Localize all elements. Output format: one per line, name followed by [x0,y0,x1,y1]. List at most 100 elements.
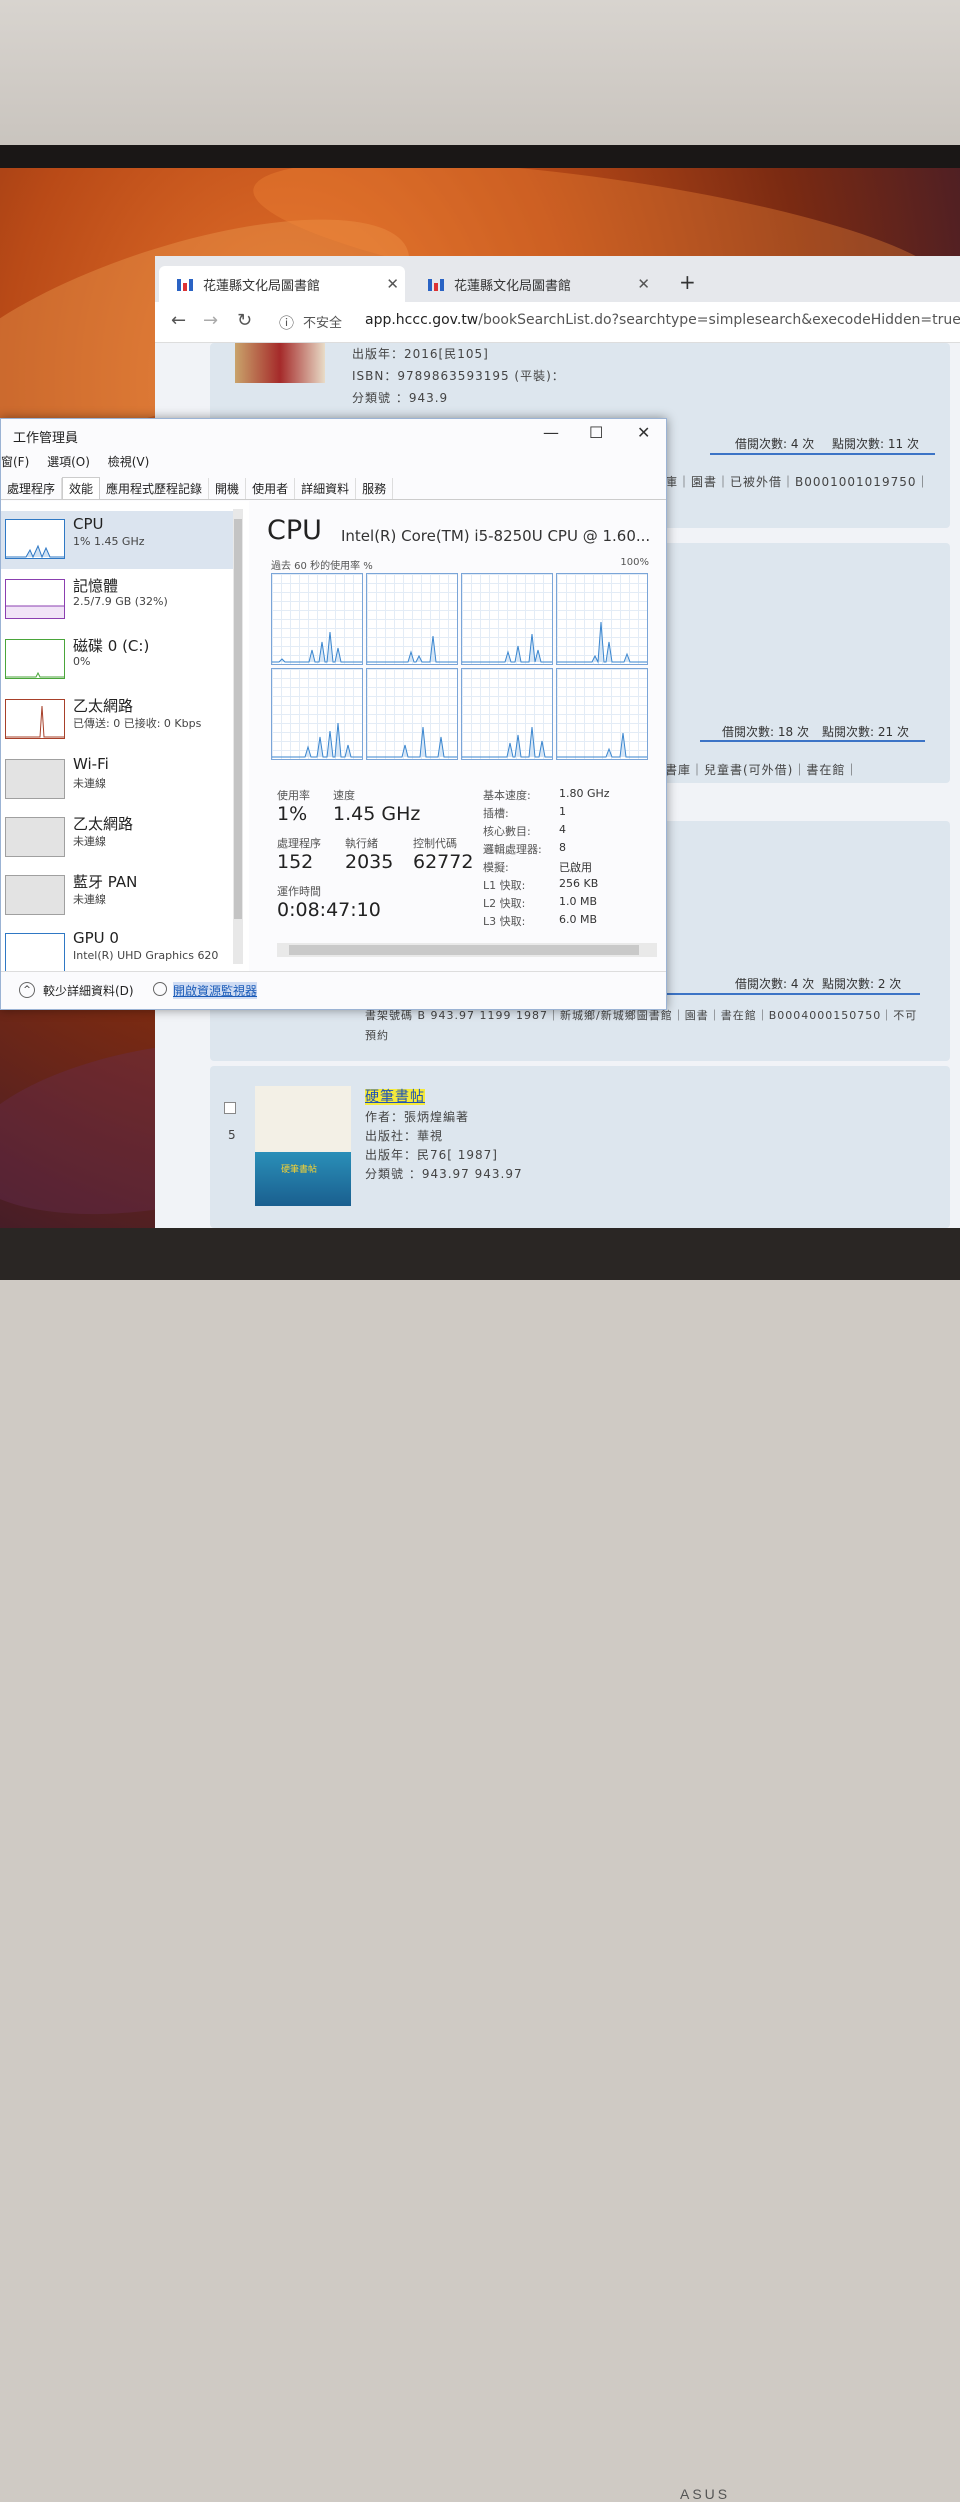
publish-year: 出版年：民76[ 1987] [365,1148,498,1162]
sidebar-item-sub: 2.5/7.9 GB (32%) [73,595,168,608]
tab-bar: 花蓮縣文化局圖書館 ✕ 花蓮縣文化局圖書館 ✕ + [155,256,960,302]
sidebar-item-sub: 1% 1.45 GHz [73,535,145,548]
browser-tab[interactable]: 花蓮縣文化局圖書館 ✕ [410,266,656,302]
sidebar-item-memory[interactable]: 記憶體 2.5/7.9 GB (32%) [1,571,233,629]
task-manager-window: 工作管理員 — ☐ ✕ 窗(F) 選項(O) 檢視(V) 處理程序 效能 應用程式歷… [0,418,667,1010]
sidebar-item-label: Wi-Fi [73,755,109,773]
url-host: app.hccc.gov.tw [365,312,479,328]
security-label[interactable]: 不安全 [303,312,342,331]
scrollbar-thumb[interactable] [234,519,242,919]
window-title: 工作管理員 [13,431,79,446]
logical-processor-graph [556,573,648,665]
brand-logo: ASUS [680,2486,731,2502]
usage-label: 使用率 [277,789,310,802]
wall-background [0,0,960,148]
new-tab-button[interactable]: + [679,270,696,294]
cpu-heading: CPU [267,515,322,546]
tab-performance[interactable]: 效能 [62,477,101,499]
cores-label: 核心數目: [483,825,531,838]
menu-file[interactable]: 窗(F) [1,455,29,469]
sidebar-item-gpu[interactable]: GPU 0 Intel(R) UHD Graphics 620 [1,925,233,971]
sidebar-item-label: GPU 0 [73,929,119,947]
click-count: 點閱次數: 11 次 [832,437,919,451]
url-field[interactable]: app.hccc.gov.tw/bookSearchList.do?search… [365,312,960,328]
minimize-icon[interactable]: — [543,423,559,442]
speed-value: 1.45 GHz [333,803,421,825]
tab-details[interactable]: 詳細資料 [295,478,357,499]
browser-tab[interactable]: 花蓮縣文化局圖書館 ✕ [159,266,405,302]
sidebar-item-sub: 已傳送: 0 已接收: 0 Kbps [73,717,202,730]
resource-monitor-icon [153,982,167,996]
stats-divider [700,740,925,742]
uptime-value: 0:08:47:10 [277,899,381,921]
sidebar-item-sub: 未連線 [73,893,106,906]
author: 作者：張炳煌編著 [365,1110,470,1124]
horizontal-scrollbar[interactable] [277,943,657,957]
open-resource-monitor-link[interactable]: 開啟資源監視器 [173,982,258,999]
base-speed-label: 基本速度: [483,789,531,802]
holdings-info: 庫｜園書｜已被外借｜B0001001019750｜ [665,475,930,489]
gpu-thumbnail [5,933,65,971]
tab-services[interactable]: 服務 [356,478,394,499]
select-checkbox[interactable] [224,1102,236,1114]
book-cover[interactable] [235,343,325,383]
forward-icon[interactable]: → [203,310,218,331]
call-number: 分類號 ：943.9 [352,391,449,405]
usage-value: 1% [277,803,308,825]
site-favicon-icon [177,277,195,291]
logical-processor-graph [271,668,363,760]
footer-bar: ^ 較少詳細資料(D) 開啟資源監視器 [1,971,666,1009]
chevron-up-icon[interactable]: ^ [19,982,35,998]
sidebar-scrollbar[interactable] [233,509,243,964]
click-count: 點閱次數: 2 次 [822,977,902,991]
sidebar-item-label: 記憶體 [73,577,119,595]
sidebar-item-ethernet-2[interactable]: 乙太網路 未連線 [1,809,233,867]
scrollbar-thumb[interactable] [289,945,639,955]
fewer-details-link[interactable]: 較少詳細資料(D) [43,982,134,999]
publisher: 出版社：華視 [365,1129,444,1143]
virtualization-value: 已啟用 [559,861,592,874]
logical-processors-label: 邏輯處理器: [483,843,542,856]
back-icon[interactable]: ← [171,310,186,331]
close-tab-icon[interactable]: ✕ [386,275,399,293]
tab-processes[interactable]: 處理程序 [1,478,63,499]
call-number: 分類號 ：943.97 943.97 [365,1167,523,1181]
threads-value: 2035 [345,851,394,873]
sidebar-item-disk[interactable]: 磁碟 0 (C:) 0% [1,631,233,689]
site-favicon-icon [428,277,446,291]
tab-title: 花蓮縣文化局圖書館 [454,278,572,294]
menu-bar: 窗(F) 選項(O) 檢視(V) [1,453,163,470]
sidebar-item-ethernet[interactable]: 乙太網路 已傳送: 0 已接收: 0 Kbps [1,691,233,749]
bluetooth-thumbnail [5,875,65,915]
menu-options[interactable]: 選項(O) [47,455,90,469]
sidebar-item-label: CPU [73,515,104,533]
maximize-icon[interactable]: ☐ [589,423,603,442]
logical-processor-graph [461,573,553,665]
graph-caption: 過去 60 秒的使用率 % [271,561,373,572]
book-cover[interactable]: 硬筆書帖 [255,1086,351,1206]
tab-startup[interactable]: 開機 [209,478,247,499]
sidebar-item-label: 藍牙 PAN [73,873,138,891]
click-count: 點閱次數: 21 次 [822,725,909,739]
tab-app-history[interactable]: 應用程式歷程記錄 [100,478,210,499]
sidebar-item-bluetooth[interactable]: 藍牙 PAN 未連線 [1,867,233,925]
threads-label: 執行緒 [345,837,378,850]
logical-processor-graph [556,668,648,760]
borrow-count: 借閱次數: 4 次 [735,977,815,991]
l2-cache-value: 1.0 MB [559,895,598,908]
close-tab-icon[interactable]: ✕ [637,275,650,293]
cores-value: 4 [559,823,566,836]
graph-max-label: 100% [620,557,649,568]
sidebar-item-cpu[interactable]: CPU 1% 1.45 GHz [1,511,233,569]
menu-view[interactable]: 檢視(V) [108,455,150,469]
tab-users[interactable]: 使用者 [246,478,296,499]
tab-title: 花蓮縣文化局圖書館 [203,278,321,294]
site-info-icon[interactable]: ⓘ [279,312,294,333]
logical-processor-graph [461,668,553,760]
sidebar-item-wifi[interactable]: Wi-Fi 未連線 [1,751,233,809]
close-icon[interactable]: ✕ [637,423,650,442]
handles-value: 62772 [413,851,474,873]
tab-strip: 處理程序 效能 應用程式歷程記錄 開機 使用者 詳細資料 服務 [1,477,666,500]
reload-icon[interactable]: ↻ [237,310,252,331]
book-title-link[interactable]: 硬筆書帖 [365,1086,425,1106]
